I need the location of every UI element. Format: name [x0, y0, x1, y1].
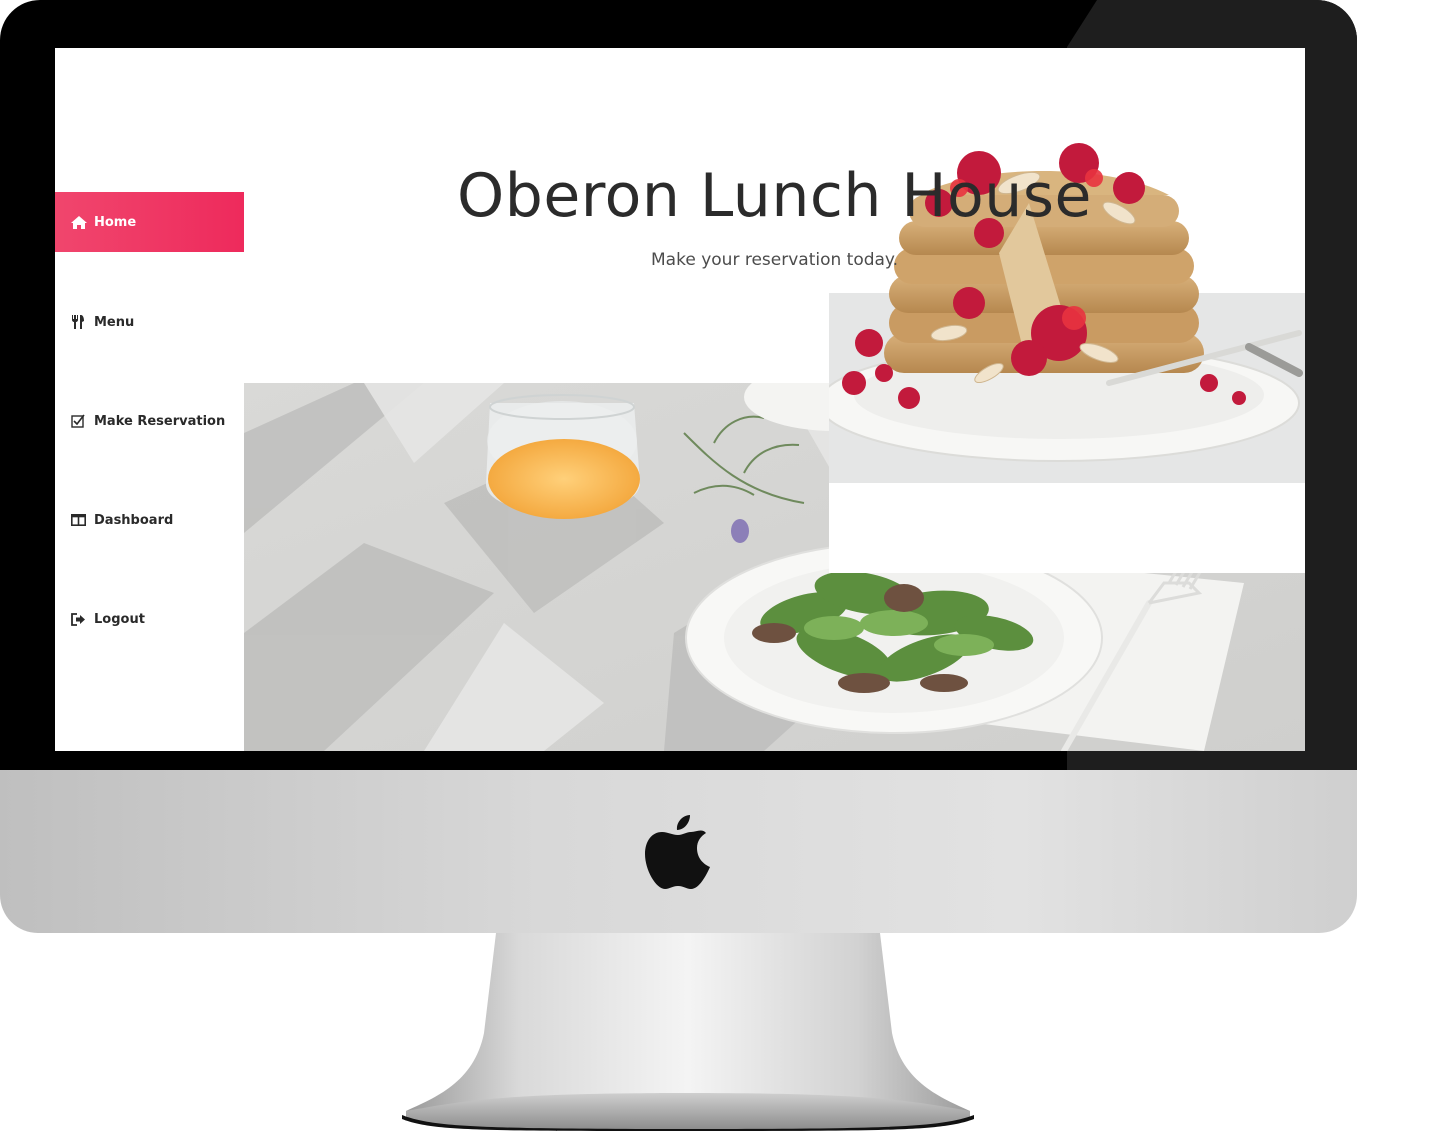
sidebar-item-dashboard[interactable]: Dashboard [55, 490, 244, 550]
logout-icon [71, 612, 89, 626]
sidebar: Home Menu Make Reservation Dashboard Log… [55, 48, 244, 751]
sidebar-item-menu[interactable]: Menu [55, 292, 244, 352]
sidebar-item-logout[interactable]: Logout [55, 589, 244, 649]
sidebar-item-label: Make Reservation [94, 413, 226, 429]
sidebar-item-label: Logout [94, 611, 145, 627]
apple-logo-icon [645, 815, 710, 889]
sidebar-item-home[interactable]: Home [55, 192, 244, 252]
page-title: Oberon Lunch House [457, 161, 1092, 231]
monitor-stand [402, 933, 974, 1131]
cutlery-icon [71, 315, 89, 329]
dashboard-icon [71, 513, 89, 527]
sidebar-item-make-reservation[interactable]: Make Reservation [55, 391, 244, 451]
sidebar-item-label: Dashboard [94, 512, 174, 528]
page-subtitle: Make your reservation today. [651, 250, 898, 270]
sidebar-item-label: Menu [94, 314, 135, 330]
app-screen: Oberon Lunch House Make your reservation… [55, 48, 1305, 751]
checkbox-icon [71, 414, 89, 428]
home-icon [71, 215, 89, 229]
sidebar-item-label: Home [94, 214, 137, 230]
